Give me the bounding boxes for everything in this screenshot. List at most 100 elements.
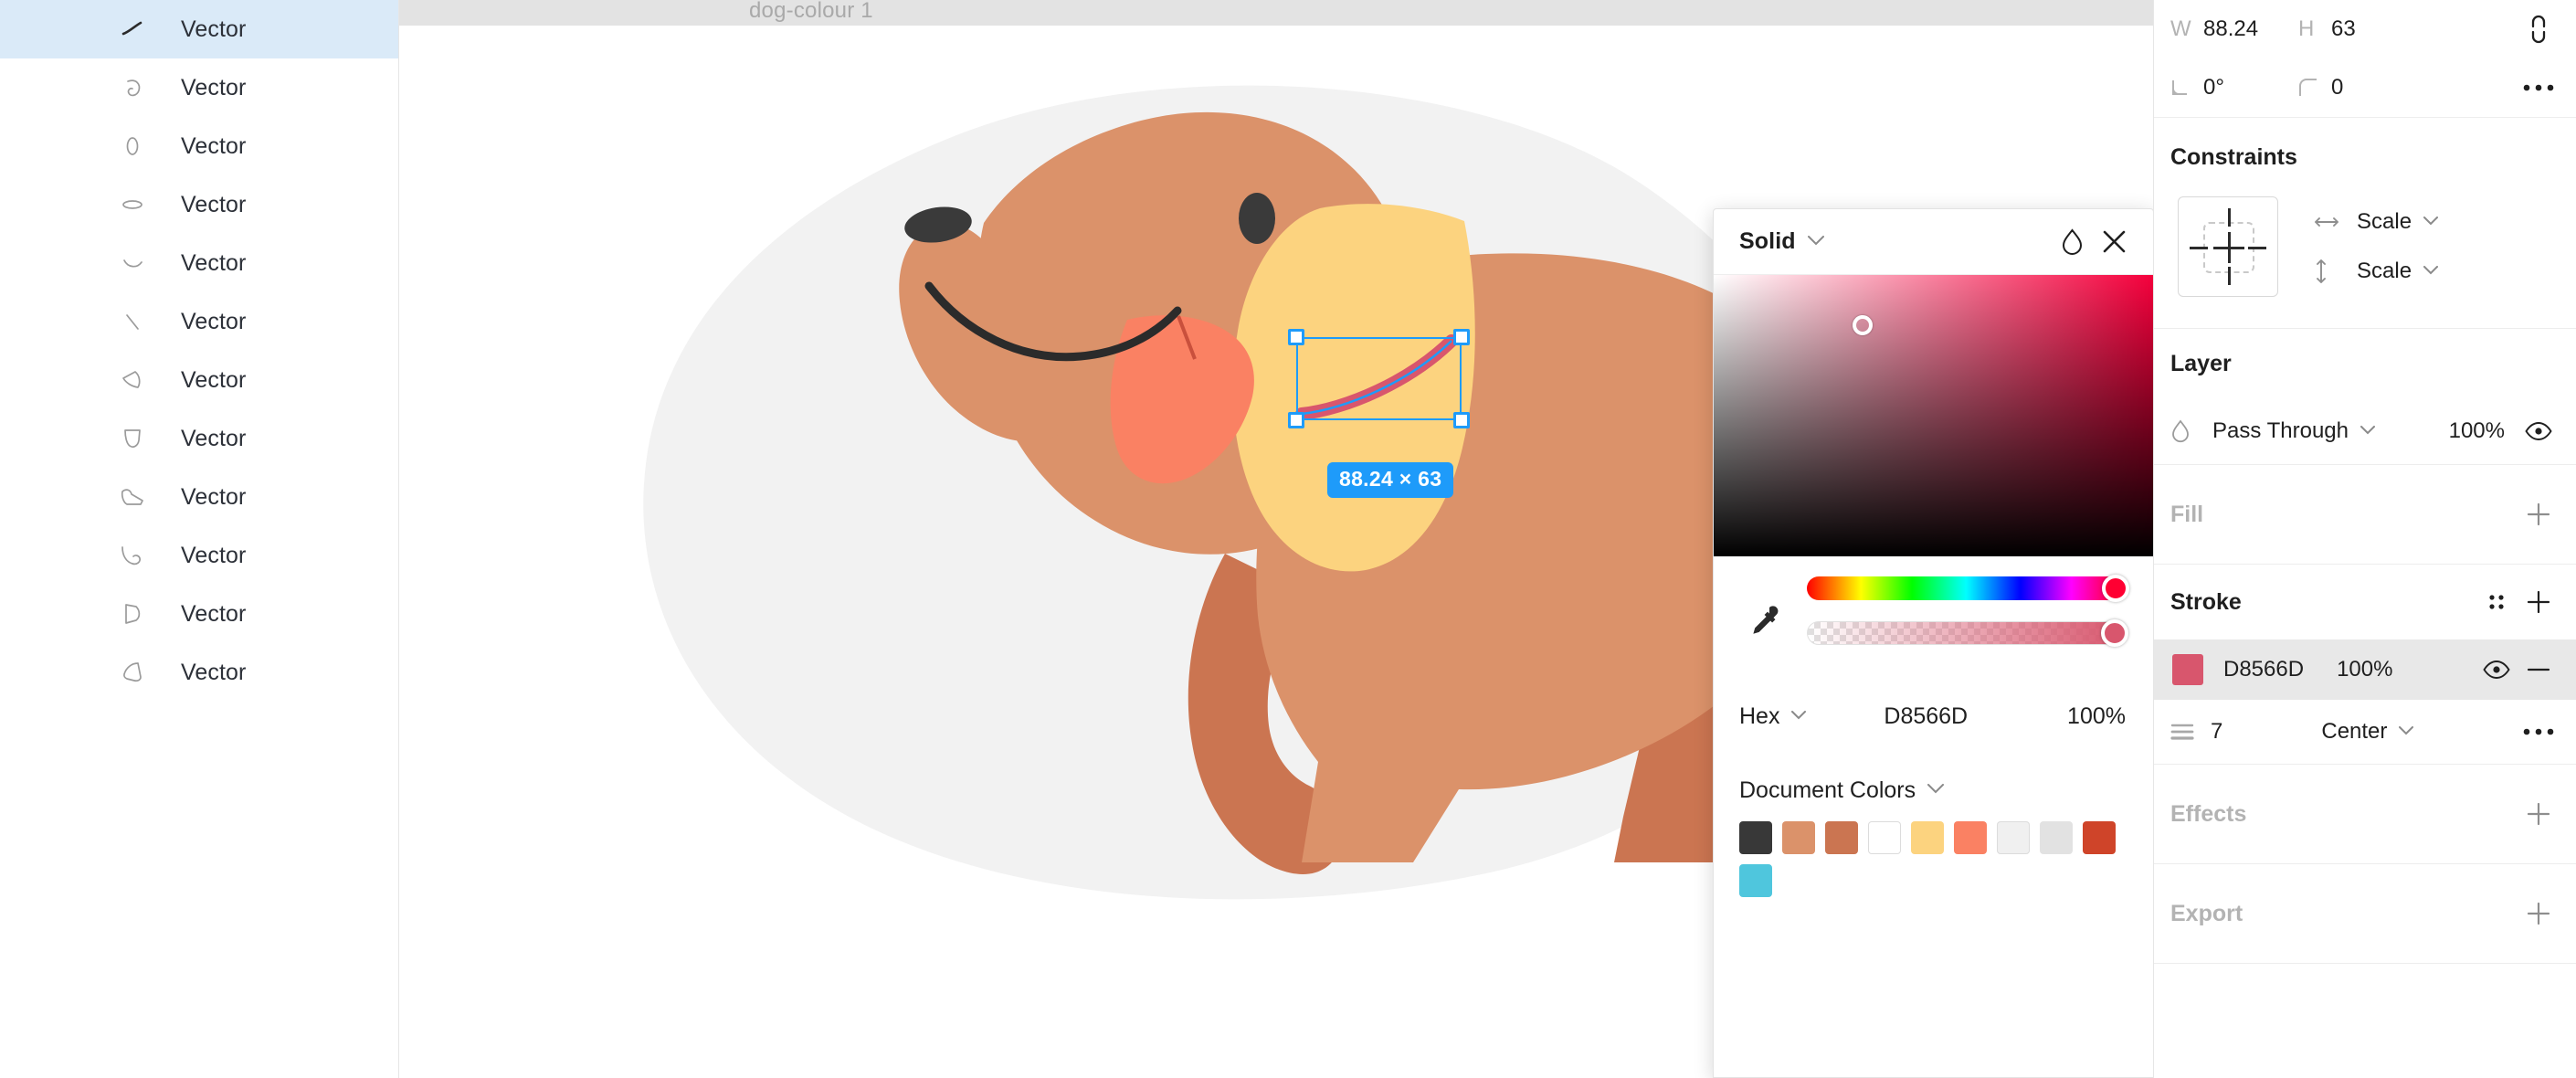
document-color-swatch-9[interactable] (1739, 864, 1772, 897)
document-colors-header[interactable]: Document Colors (1714, 743, 2153, 812)
constraint-bottom-line[interactable] (2227, 267, 2231, 285)
layer-name: Vector (181, 366, 247, 393)
constraint-center-h-line[interactable] (2213, 246, 2244, 249)
layer-name: Vector (181, 659, 247, 685)
layer-row-3[interactable]: Vector (0, 175, 398, 234)
more-options-icon[interactable] (2518, 67, 2560, 109)
hue-slider[interactable] (1807, 575, 2129, 602)
layer-row-5[interactable]: Vector (0, 292, 398, 351)
stroke-opacity-value[interactable]: 100% (2337, 657, 2392, 682)
alpha-slider-knob[interactable] (2101, 619, 2128, 647)
layer-row-2[interactable]: Vector (0, 117, 398, 175)
corner-radius-value[interactable]: 0 (2331, 75, 2343, 100)
stroke-advanced-actions (2518, 711, 2560, 753)
horizontal-constraint-dropdown[interactable]: Scale (2315, 197, 2439, 247)
layer-visibility-eye-icon[interactable] (2518, 410, 2560, 452)
corner-radius-field[interactable]: 0 (2282, 75, 2410, 100)
document-color-swatch-1[interactable] (1782, 821, 1815, 854)
layer-row-0[interactable]: Vector (0, 0, 398, 58)
stroke-curve-icon (117, 14, 148, 45)
layer-opacity-value[interactable]: 100% (2449, 418, 2505, 444)
constraint-right-line[interactable] (2248, 246, 2266, 249)
height-value[interactable]: 63 (2331, 16, 2356, 42)
document-color-swatch-4[interactable] (1911, 821, 1944, 854)
height-field[interactable]: H 63 (2282, 16, 2410, 42)
fill-section: Fill (2154, 465, 2576, 565)
chevron-down-icon[interactable] (1807, 234, 1824, 250)
close-icon[interactable] (2093, 221, 2135, 263)
layer-row-9[interactable]: Vector (0, 526, 398, 585)
paint-type-label[interactable]: Solid (1739, 228, 1796, 255)
hue-slider-knob[interactable] (2102, 575, 2129, 602)
alpha-slider[interactable] (1807, 619, 2128, 647)
stroke-alignment-chevron-down-icon[interactable] (2399, 724, 2414, 740)
stroke-hex-value[interactable]: D8566D (2223, 657, 2304, 682)
width-value[interactable]: 88.24 (2203, 16, 2258, 42)
layer-row-8[interactable]: Vector (0, 468, 398, 526)
document-color-swatch-8[interactable] (2083, 821, 2116, 854)
hex-input[interactable]: D8566D (1784, 703, 2067, 730)
document-color-swatch-3[interactable] (1868, 821, 1901, 854)
frame-label[interactable]: dog-colour 1 (749, 0, 873, 24)
properties-sidebar: W 88.24 H 63 0° 0 Constraints Scale Scal… (2153, 0, 2576, 1078)
vertical-constraint-dropdown[interactable]: Scale (2315, 247, 2439, 296)
layer-row-4[interactable]: Vector (0, 234, 398, 292)
rotation-field[interactable]: 0° (2154, 75, 2282, 100)
layer-row-11[interactable]: Vector (0, 643, 398, 702)
stroke-color-swatch[interactable] (2172, 654, 2203, 685)
layer-row-6[interactable]: Vector (0, 351, 398, 409)
layer-name: Vector (181, 132, 247, 159)
add-stroke-plus-icon[interactable] (2518, 581, 2560, 623)
vertical-constraint-chevron-down-icon[interactable] (2423, 263, 2439, 280)
stroke-weight-value[interactable]: 7 (2211, 719, 2222, 745)
layers-list: Vector Vector Vector Vector Vector Vector Vect… (0, 0, 398, 702)
document-color-swatch-5[interactable] (1954, 821, 1987, 854)
rotation-row-actions (2518, 67, 2576, 109)
document-color-swatch-0[interactable] (1739, 821, 1772, 854)
layer-row-7[interactable]: Vector (0, 409, 398, 468)
small-oval-icon (117, 131, 148, 162)
dimensions-section: W 88.24 H 63 0° 0 (2154, 0, 2576, 118)
add-fill-plus-icon[interactable] (2518, 493, 2560, 535)
layer-title: Layer (2170, 350, 2232, 376)
stroke-alignment-value[interactable]: Center (2321, 719, 2387, 745)
remove-stroke-minus-icon[interactable] (2518, 649, 2560, 691)
document-color-swatch-2[interactable] (1825, 821, 1858, 854)
add-effect-plus-icon[interactable] (2518, 793, 2560, 835)
document-color-swatch-6[interactable] (1997, 821, 2030, 854)
color-sliders-row (1714, 556, 2153, 675)
document-colors-chevron-down-icon[interactable] (1927, 782, 1945, 798)
layer-name: Vector (181, 425, 247, 451)
constraint-selector[interactable] (2178, 196, 2278, 297)
constrain-proportions-icon[interactable] (2518, 8, 2560, 50)
rotation-value[interactable]: 0° (2203, 75, 2224, 100)
hex-mode-label[interactable]: Hex (1739, 703, 1779, 730)
alpha-input[interactable]: 100% (2067, 703, 2126, 730)
hook-leg-icon (117, 540, 148, 571)
blend-mode-value[interactable]: Pass Through (2212, 418, 2349, 444)
color-picker-popover[interactable]: Solid Hex D8566D 100% Document Colors (1713, 208, 2154, 1078)
saturation-value-field[interactable] (1714, 275, 2153, 556)
stroke-styles-icon[interactable] (2476, 581, 2518, 623)
document-color-swatch-7[interactable] (2040, 821, 2073, 854)
constraints-section: Constraints Scale Scale (2154, 118, 2576, 329)
width-field[interactable]: W 88.24 (2154, 16, 2282, 42)
flat-ellipse-icon (117, 189, 148, 220)
stroke-more-options-icon[interactable] (2518, 711, 2560, 753)
color-picker-cursor[interactable] (1853, 315, 1873, 335)
layer-row-1[interactable]: Vector (0, 58, 398, 117)
droplet-icon[interactable] (2051, 221, 2093, 263)
eyedropper-icon[interactable] (1734, 589, 1790, 653)
document-colors-swatches (1714, 812, 2116, 897)
export-title: Export (2170, 900, 2243, 926)
stroke-item-0[interactable]: D8566D 100% (2154, 639, 2576, 700)
fill-header-actions (2518, 493, 2560, 535)
corner-radius-icon (2298, 78, 2326, 98)
constraint-left-line[interactable] (2190, 246, 2208, 249)
constraint-top-line[interactable] (2227, 208, 2231, 227)
add-export-plus-icon[interactable] (2518, 893, 2560, 935)
stroke-visibility-eye-icon[interactable] (2476, 649, 2518, 691)
layer-row-10[interactable]: Vector (0, 585, 398, 643)
blend-mode-chevron-down-icon[interactable] (2360, 423, 2375, 439)
horizontal-constraint-chevron-down-icon[interactable] (2423, 214, 2439, 230)
